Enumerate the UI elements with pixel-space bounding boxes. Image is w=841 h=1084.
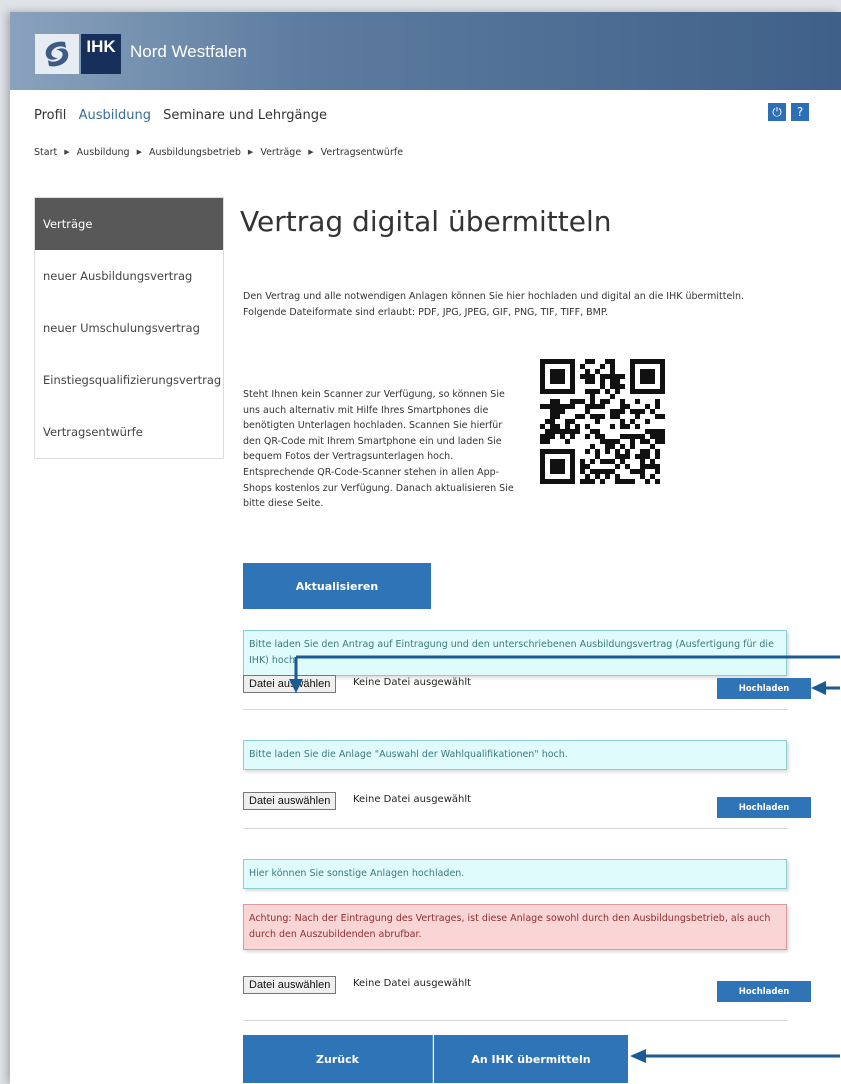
intro-text: Den Vertrag und alle notwendigen Anlagen…: [243, 291, 744, 318]
divider: [243, 709, 788, 710]
breadcrumb-start[interactable]: Start: [34, 147, 57, 158]
top-navigation: Profil Ausbildung Seminare und Lehrgänge: [34, 108, 335, 123]
header: IHK Nord Westfalen: [10, 12, 841, 90]
upload-info-sonstige: Hier können Sie sonstige Anlagen hochlad…: [243, 859, 787, 889]
upload-button[interactable]: Hochladen: [717, 797, 811, 818]
file-status: Keine Datei ausgewählt: [353, 677, 472, 688]
sidebar-item-umschulungsvertrag[interactable]: neuer Umschulungsvertrag: [35, 302, 223, 354]
upload-button[interactable]: Hochladen: [717, 678, 811, 699]
breadcrumb-separator-icon: ▶: [136, 148, 142, 156]
qr-code-icon: [540, 359, 665, 484]
sidebar-item-vertraege[interactable]: Verträge: [35, 198, 223, 250]
warning-box: Achtung: Nach der Eintragung des Vertrag…: [243, 904, 787, 950]
file-status: Keine Datei ausgewählt: [353, 978, 472, 989]
page: IHK Nord Westfalen Profil Ausbildung Sem…: [10, 12, 841, 1084]
back-button[interactable]: Zurück: [243, 1035, 433, 1083]
nav-ausbildung[interactable]: Ausbildung: [79, 108, 151, 123]
refresh-button[interactable]: Aktualisieren: [243, 563, 431, 609]
sidebar-item-vertragsentwuerfe[interactable]: Vertragsentwürfe: [35, 406, 223, 458]
scanner-instructions: Steht Ihnen kein Scanner zur Verfügung, …: [243, 389, 514, 510]
sidebar-item-einstiegsqualifizierung[interactable]: Einstiegsqualifizierungsvertrag: [35, 354, 223, 406]
ihk-swirl-icon: [35, 34, 79, 74]
breadcrumb-vertragsentwuerfe[interactable]: Vertragsentwürfe: [321, 147, 403, 158]
choose-file-button[interactable]: Datei auswählen: [243, 976, 337, 994]
file-status: Keine Datei ausgewählt: [353, 794, 472, 805]
logo-name: Nord Westfalen: [130, 42, 247, 61]
divider: [243, 1020, 788, 1021]
sidebar-item-ausbildungsvertrag[interactable]: neuer Ausbildungsvertrag: [35, 250, 223, 302]
page-title: Vertrag digital übermitteln: [240, 205, 612, 238]
breadcrumb-vertraege[interactable]: Verträge: [260, 147, 301, 158]
help-button[interactable]: ?: [791, 103, 809, 121]
divider: [243, 828, 788, 829]
upload-row-contract: Datei auswählen Keine Datei ausgewählt H…: [243, 675, 811, 699]
breadcrumb-separator-icon: ▶: [247, 148, 254, 156]
nav-seminare[interactable]: Seminare und Lehrgänge: [163, 108, 327, 123]
upload-row-sonstige: Datei auswählen Keine Datei ausgewählt H…: [243, 976, 811, 1002]
upload-row-wahlqualifikationen: Datei auswählen Keine Datei ausgewählt H…: [243, 792, 811, 818]
upload-button[interactable]: Hochladen: [717, 981, 811, 1002]
logo-abbreviation: IHK: [81, 34, 121, 74]
sidebar: Verträge neuer Ausbildungsvertrag neuer …: [34, 197, 224, 459]
breadcrumb-ausbildung[interactable]: Ausbildung: [77, 147, 130, 158]
choose-file-button[interactable]: Datei auswählen: [243, 792, 337, 810]
breadcrumb-ausbildungsbetrieb[interactable]: Ausbildungsbetrieb: [149, 147, 241, 158]
upload-info-wahlqualifikationen: Bitte laden Sie die Anlage "Auswahl der …: [243, 740, 787, 770]
submit-to-ihk-button[interactable]: An IHK übermitteln: [434, 1035, 628, 1083]
upload-info-contract: Bitte laden Sie den Antrag auf Eintragun…: [243, 630, 787, 676]
breadcrumb-separator-icon: ▶: [308, 148, 314, 156]
power-icon[interactable]: ⏻: [768, 103, 786, 121]
breadcrumb-separator-icon: ▶: [64, 148, 70, 156]
breadcrumb: Start ▶ Ausbildung ▶ Ausbildungsbetrieb …: [34, 147, 403, 158]
nav-profil[interactable]: Profil: [34, 108, 66, 123]
choose-file-button[interactable]: Datei auswählen: [243, 675, 337, 693]
